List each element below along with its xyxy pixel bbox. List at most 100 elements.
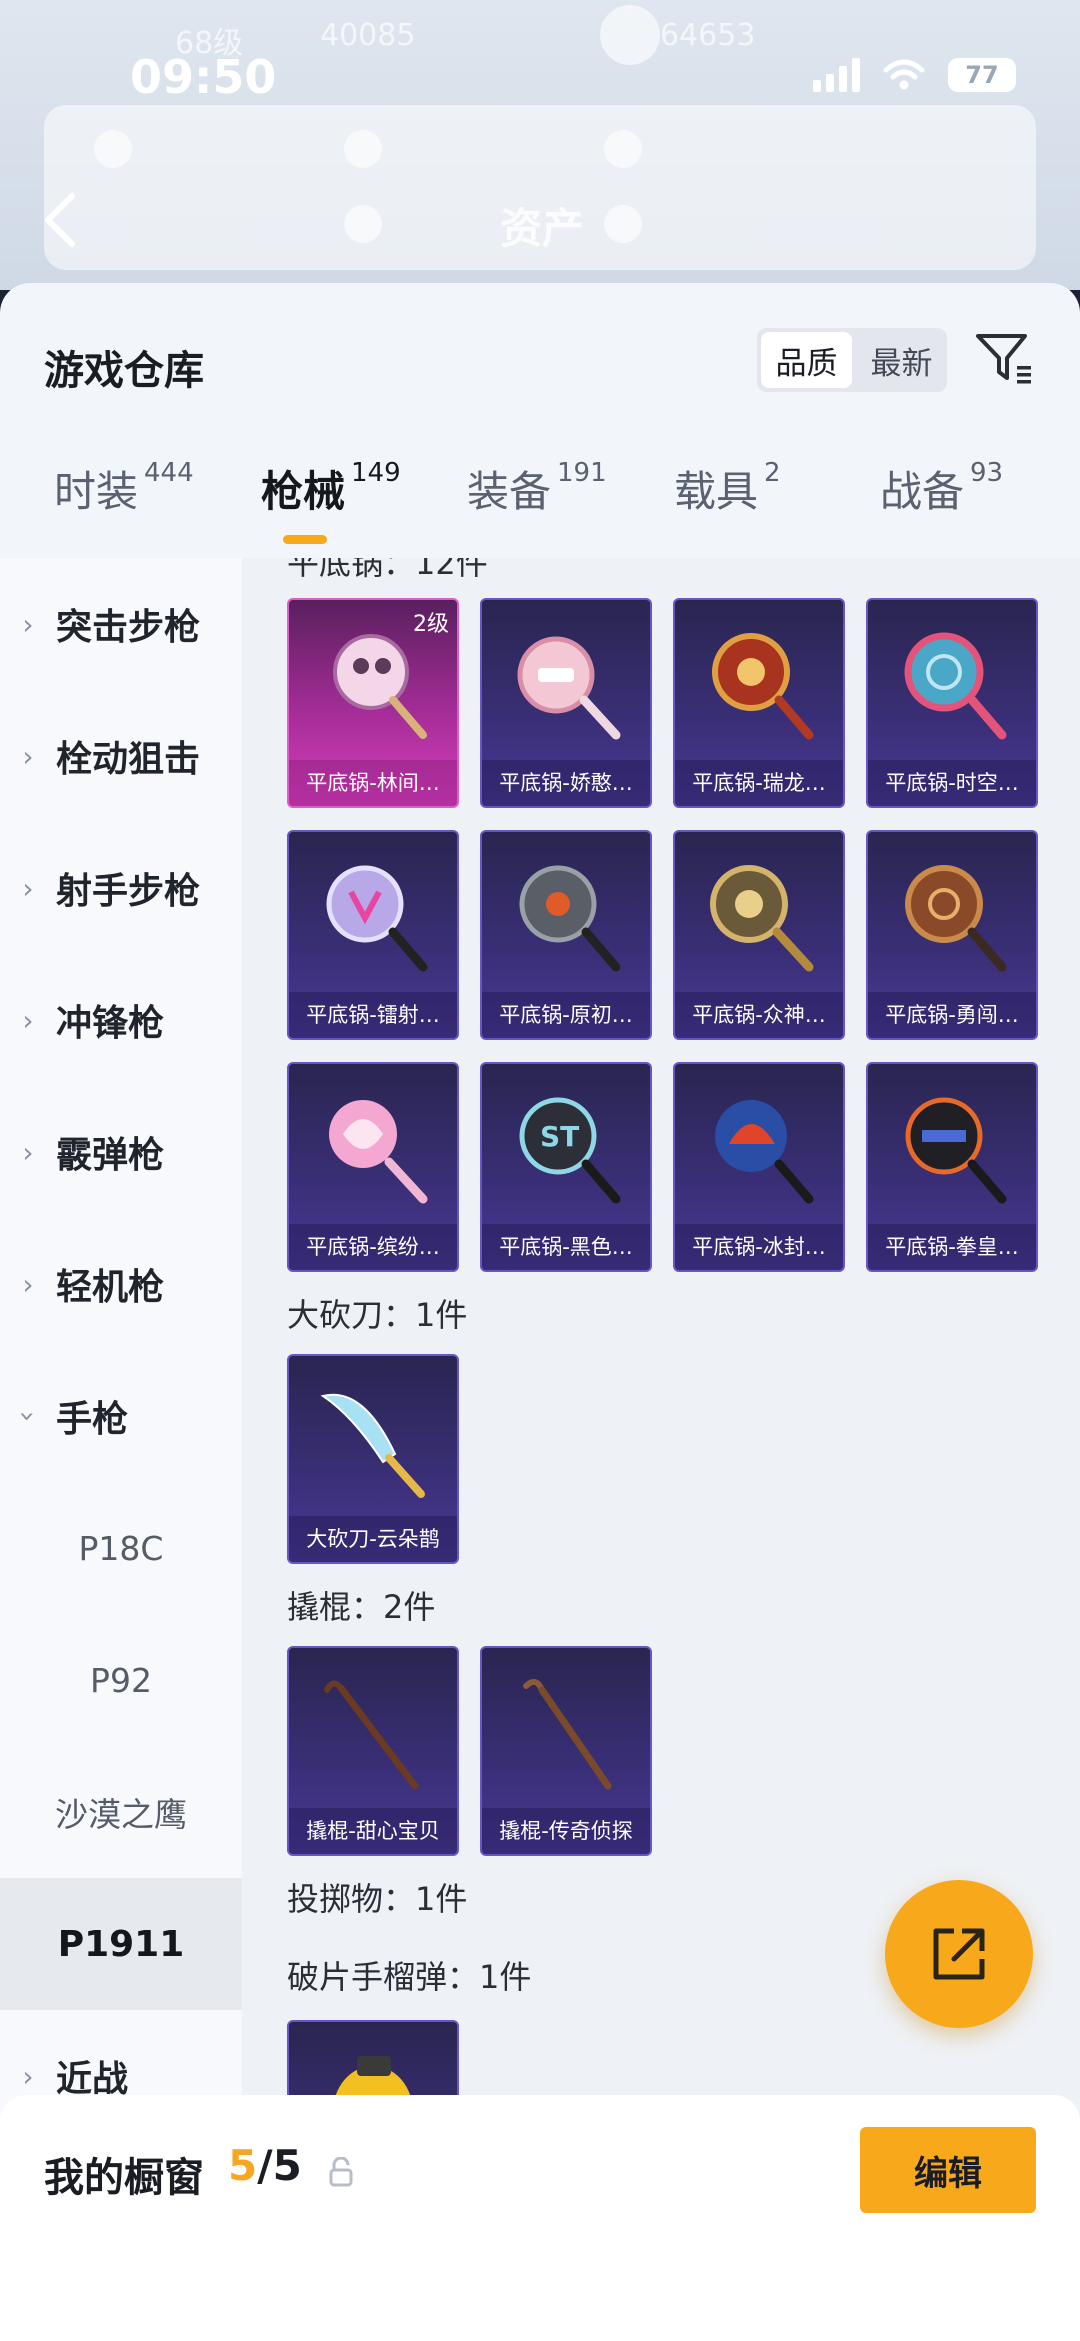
pan-skin-icon: ST — [519, 1097, 621, 1204]
sidebar-item-shotgun[interactable]: › 霰弹枪 — [0, 1086, 242, 1218]
item-grid: 平底锅：12件 2级 平底锅-林间… 平底锅-娇憨… 平底锅-瑞龙… 平底锅-时… — [242, 558, 1080, 2341]
category-tabs: 时装 444 枪械 149 装备 191 载具 2 战备 93 — [0, 458, 1080, 558]
sidebar-item-label: 突击步枪 — [56, 607, 201, 648]
sidebar-item-assault-rifle[interactable]: › 突击步枪 — [0, 558, 242, 690]
item-name: 平底锅-林间… — [289, 760, 457, 806]
background-stat-b: 64653 — [660, 18, 756, 53]
crowbar-skin-icon — [523, 1678, 612, 1790]
lock-icon — [329, 2157, 353, 2187]
back-arrow-icon[interactable] — [40, 190, 80, 250]
tab-count: 2 — [764, 458, 781, 488]
edit-button[interactable]: 编辑 — [860, 2127, 1036, 2213]
sidebar-item-lmg[interactable]: › 轻机枪 — [0, 1218, 242, 1350]
chevron-right-icon: › — [22, 607, 34, 641]
sidebar-subitem-p18c[interactable]: P18C — [0, 1482, 242, 1614]
crowbar-skin-icon — [324, 1680, 419, 1790]
background-icon — [94, 130, 132, 168]
item-card[interactable]: 平底锅-众神… — [673, 830, 845, 1040]
sidebar-item-label: 手枪 — [56, 1399, 129, 1440]
tab-count: 149 — [351, 458, 401, 488]
chevron-down-icon: › — [11, 1410, 45, 1422]
tab-fashion[interactable]: 时装 444 — [54, 458, 194, 519]
section-header-machete: 大砍刀：1件 — [287, 1296, 468, 1334]
tab-label: 时装 — [54, 467, 139, 516]
item-name: 平底锅-瑞龙… — [675, 760, 843, 806]
item-card[interactable]: 撬棍-传奇侦探 — [480, 1646, 652, 1856]
warehouse-sheet: 游戏仓库 品质 最新 时装 444 枪械 149 装备 191 载具 2 战备 … — [0, 283, 1080, 2341]
pan-skin-icon — [905, 865, 1007, 972]
battery-indicator: 77 — [948, 58, 1016, 92]
item-card[interactable]: 平底锅-冰封… — [673, 1062, 845, 1272]
item-card[interactable]: 平底锅-拳皇… — [866, 1062, 1038, 1272]
chevron-right-icon: › — [22, 1267, 34, 1301]
active-tab-indicator — [283, 535, 327, 544]
share-icon — [933, 1928, 985, 1980]
background-stat-a: 40085 — [320, 18, 416, 53]
background-icon — [604, 130, 642, 168]
background-page: 68级 40085 64653 资产 — [0, 0, 1080, 290]
item-name: 撬棍-甜心宝贝 — [289, 1808, 457, 1854]
weapon-category-sidebar: › 突击步枪 › 栓动狙击 › 射手步枪 › 冲锋枪 › 霰弹枪 › 轻机枪 ›… — [0, 558, 242, 2158]
sort-toggle: 品质 最新 — [757, 328, 947, 392]
tab-vehicles[interactable]: 载具 2 — [674, 458, 781, 519]
tab-firearms[interactable]: 枪械 149 — [261, 458, 401, 519]
chevron-right-icon: › — [22, 1135, 34, 1169]
sidebar-item-bolt-sniper[interactable]: › 栓动狙击 — [0, 690, 242, 822]
item-card[interactable]: 平底锅-原初… — [480, 830, 652, 1040]
item-card[interactable]: 平底锅-勇闯… — [866, 830, 1038, 1040]
section-header-pan: 平底锅：12件 — [287, 558, 488, 582]
sidebar-item-label: 霰弹枪 — [56, 1135, 165, 1176]
pan-skin-icon — [712, 633, 814, 740]
pan-skin-icon — [715, 1100, 814, 1204]
showcase-label: 我的橱窗 — [44, 2155, 204, 2201]
sidebar-item-pistol[interactable]: › 手枪 — [0, 1350, 242, 1482]
tab-label: 枪械 — [261, 467, 346, 516]
item-name: 平底锅-娇憨… — [482, 760, 650, 806]
chevron-right-icon: › — [22, 1003, 34, 1037]
item-card[interactable]: 平底锅-缤纷… — [287, 1062, 459, 1272]
background-icon — [344, 205, 382, 243]
tab-count: 191 — [557, 458, 607, 488]
sidebar-item-smg[interactable]: › 冲锋枪 — [0, 954, 242, 1086]
pan-skin-icon — [904, 632, 1007, 740]
sidebar-subitem-desert-eagle[interactable]: 沙漠之鹰 — [0, 1746, 242, 1878]
filter-icon[interactable] — [973, 328, 1035, 390]
tab-label: 装备 — [467, 467, 552, 516]
pan-skin-icon — [519, 865, 621, 972]
item-name: 大砍刀-云朵鹊 — [289, 1516, 457, 1562]
pan-skin-icon — [329, 1100, 428, 1204]
background-icon — [604, 205, 642, 243]
tab-tactical[interactable]: 战备 93 — [880, 458, 1003, 519]
item-card[interactable]: ST 平底锅-黑色… — [480, 1062, 652, 1272]
item-card[interactable]: 平底锅-镭射… — [287, 830, 459, 1040]
share-button[interactable] — [885, 1880, 1033, 2028]
pan-skin-icon — [905, 1097, 1007, 1204]
status-time: 09:50 — [130, 50, 277, 104]
sort-quality-button[interactable]: 品质 — [761, 332, 852, 388]
page-title: 游戏仓库 — [44, 348, 204, 394]
item-card[interactable]: 平底锅-时空… — [866, 598, 1038, 808]
item-card[interactable]: 撬棍-甜心宝贝 — [287, 1646, 459, 1856]
item-card[interactable]: 2级 平底锅-林间… — [287, 598, 459, 808]
sidebar-item-label: 轻机枪 — [56, 1267, 165, 1308]
sidebar-item-dmr[interactable]: › 射手步枪 — [0, 822, 242, 954]
machete-skin-icon — [320, 1393, 425, 1498]
item-card[interactable]: 大砍刀-云朵鹊 — [287, 1354, 459, 1564]
status-bar: 09:50 77 — [0, 50, 1080, 120]
tab-equipment[interactable]: 装备 191 — [467, 458, 607, 519]
sidebar-subitem-p1911[interactable]: P1911 — [0, 1878, 242, 2010]
sort-newest-button[interactable]: 最新 — [856, 328, 947, 392]
sidebar-subitem-p92[interactable]: P92 — [0, 1614, 242, 1746]
tab-count: 93 — [970, 458, 1004, 488]
item-name: 平底锅-黑色… — [482, 1224, 650, 1270]
sidebar-item-label: 射手步枪 — [56, 871, 201, 912]
item-card[interactable]: 平底锅-瑞龙… — [673, 598, 845, 808]
item-card[interactable]: 平底锅-娇憨… — [480, 598, 652, 808]
pan-skin-icon — [710, 865, 814, 972]
item-name: 平底锅-原初… — [482, 992, 650, 1038]
chevron-right-icon: › — [22, 739, 34, 773]
pan-skin-icon — [517, 636, 621, 740]
background-title: 资产 — [500, 204, 585, 253]
section-header-throwable: 投掷物：1件 — [287, 1880, 468, 1918]
item-name: 平底锅-拳皇… — [868, 1224, 1036, 1270]
